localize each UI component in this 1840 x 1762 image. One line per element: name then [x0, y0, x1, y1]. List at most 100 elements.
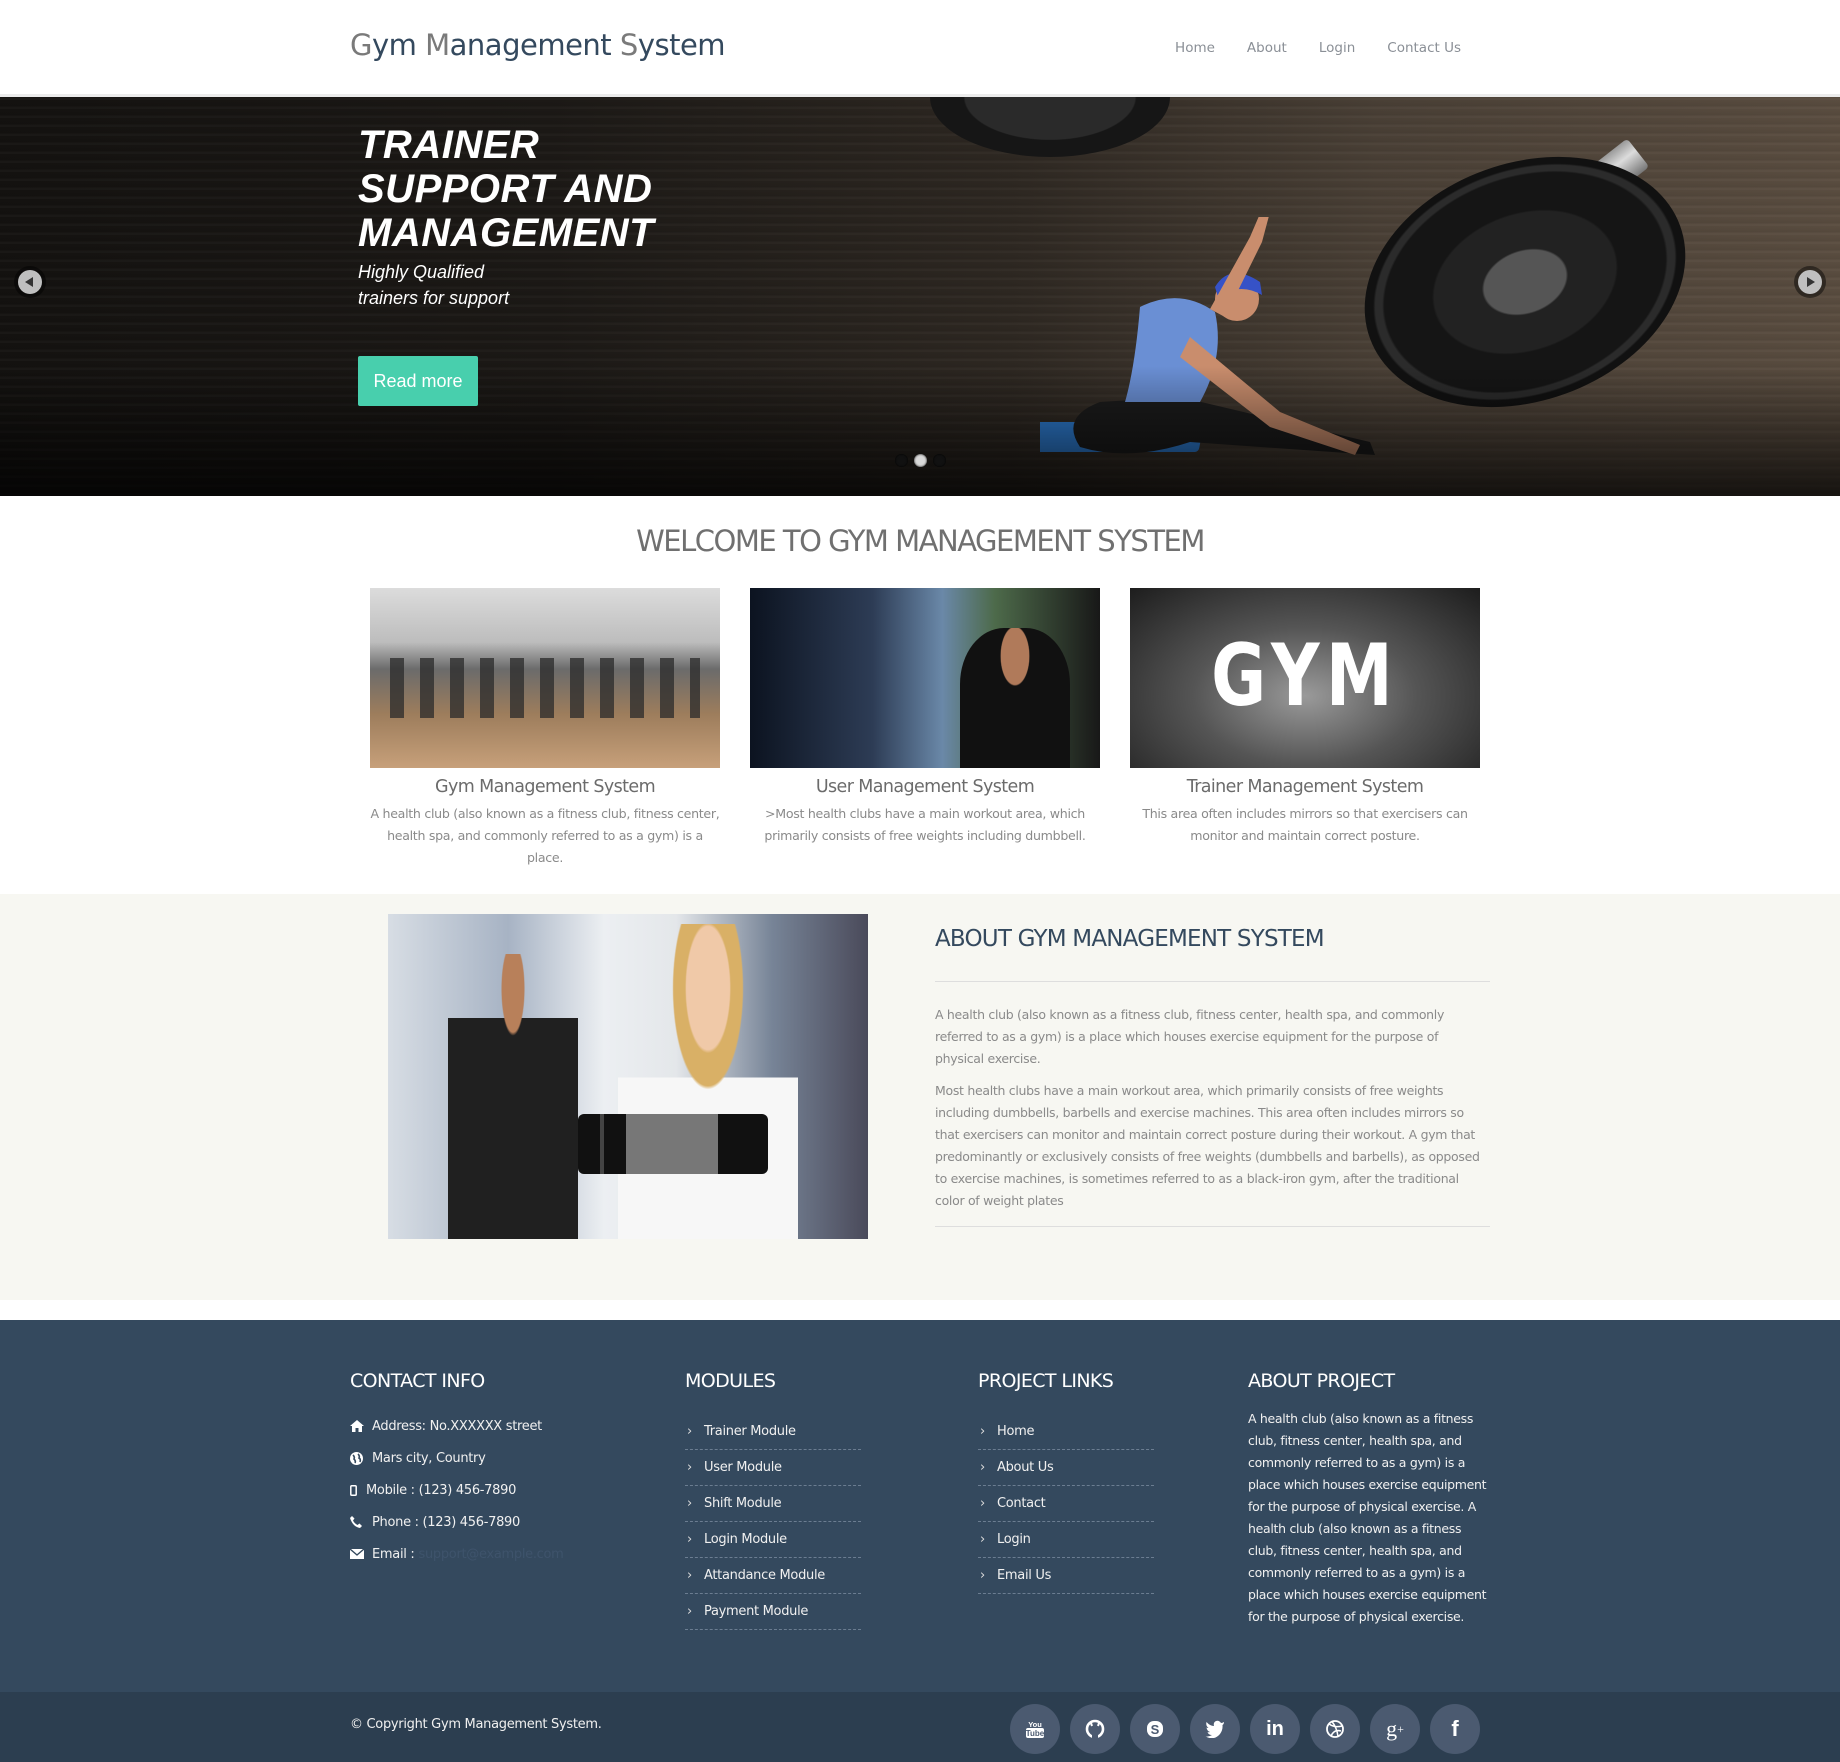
social-links: You Tube S in g + f [1010, 1704, 1480, 1754]
brand-text: ystem [637, 28, 726, 62]
couple-dumbbells-photo [388, 914, 868, 1239]
chevron-right-icon: › [980, 1568, 985, 1583]
globe-icon [350, 1451, 372, 1465]
twitter-icon[interactable] [1190, 1704, 1240, 1754]
chevron-right-icon: › [687, 1604, 692, 1619]
link-label: About Us [997, 1460, 1054, 1475]
chevron-right-icon: › [687, 1532, 692, 1547]
main-nav: Home About Login Contact Us [1175, 40, 1461, 56]
carousel-dot-3[interactable] [933, 454, 946, 467]
photo-man [448, 954, 578, 1239]
feature-cards: Gym Management System A health club (als… [365, 588, 1480, 869]
phone-icon [350, 1516, 372, 1528]
link-label: Contact [997, 1496, 1046, 1511]
gym-image-text: GYM [1211, 626, 1399, 726]
contact-text: Email : [372, 1546, 415, 1562]
chevron-right-icon: › [687, 1460, 692, 1475]
module-link[interactable]: › Login Module [685, 1522, 861, 1558]
linkedin-icon[interactable]: in [1250, 1704, 1300, 1754]
about-section: ABOUT GYM MANAGEMENT SYSTEM A health clu… [0, 894, 1840, 1300]
feature-card: GYM Trainer Management System This area … [1130, 588, 1480, 869]
email-link[interactable]: support@example.com [418, 1547, 563, 1562]
mobile-icon [350, 1484, 366, 1496]
module-link[interactable]: › Trainer Module [685, 1414, 861, 1450]
youtube-icon[interactable]: You Tube [1010, 1704, 1060, 1754]
section-spacer [0, 1300, 1840, 1320]
carousel-prev-arrow-icon[interactable] [18, 270, 42, 294]
nav-contact-us[interactable]: Contact Us [1387, 40, 1461, 56]
about-paragraph: A health club (also known as a fitness c… [935, 1007, 1445, 1066]
contact-info-column: CONTACT INFO Address: No.XXXXXX street M… [350, 1370, 564, 1570]
contact-mobile: Mobile : (123) 456-7890 [350, 1474, 564, 1506]
gym-interior-photo [370, 588, 720, 768]
site-header: Gym Management System Home About Login C… [0, 0, 1840, 97]
module-link[interactable]: › Payment Module [685, 1594, 861, 1630]
nav-home[interactable]: Home [1175, 40, 1215, 56]
link-label: Login [997, 1532, 1031, 1547]
project-links-column: PROJECT LINKS › Home › About Us › Contact ›… [978, 1370, 1154, 1594]
contact-email: Email : support@example.com [350, 1538, 564, 1570]
skype-icon[interactable]: S [1130, 1704, 1180, 1754]
brand-text: ym [371, 28, 426, 62]
facebook-icon[interactable]: f [1430, 1704, 1480, 1754]
svg-text:S: S [1151, 1722, 1160, 1737]
project-link[interactable]: › Email Us [978, 1558, 1154, 1594]
about-project-heading: ABOUT PROJECT [1248, 1370, 1395, 1392]
hero-title: TRAINER SUPPORT AND MANAGEMENT [358, 123, 655, 255]
hero-carousel: TRAINER SUPPORT AND MANAGEMENT Highly Qu… [0, 97, 1840, 496]
google-plus-icon[interactable]: g + [1370, 1704, 1420, 1754]
about-project-column: ABOUT PROJECT A health club (also known … [1248, 1370, 1493, 1628]
footer-bottom-bar: © Copyright Gym Management System. You Tu… [0, 1692, 1840, 1762]
chevron-right-icon: › [980, 1460, 985, 1475]
link-label: Payment Module [704, 1604, 809, 1619]
card-title: Trainer Management System [1186, 777, 1424, 797]
chevron-right-icon: › [980, 1496, 985, 1511]
modules-heading: MODULES [685, 1370, 776, 1392]
module-link[interactable]: › Attandance Module [685, 1558, 861, 1594]
link-label: User Module [704, 1460, 782, 1475]
nav-login[interactable]: Login [1319, 40, 1355, 56]
card-text: A health club (also known as a fitness c… [370, 806, 720, 865]
contact-text: Phone : (123) 456-7890 [372, 1514, 520, 1530]
feature-card: User Management System >Most health club… [750, 588, 1100, 869]
brand-letter: M [425, 28, 450, 62]
brand-text: anagement [449, 28, 620, 62]
brand-logo[interactable]: Gym Management System [350, 28, 726, 62]
contact-heading: CONTACT INFO [350, 1370, 485, 1392]
project-link[interactable]: › Login [978, 1522, 1154, 1558]
dribbble-icon[interactable] [1310, 1704, 1360, 1754]
project-links-heading: PROJECT LINKS [978, 1370, 1114, 1392]
contact-address: Address: No.XXXXXX street [350, 1410, 564, 1442]
man-lifting-dumbbell-photo [750, 588, 1100, 768]
project-link[interactable]: › Contact [978, 1486, 1154, 1522]
brand-letter: G [350, 28, 372, 62]
link-label: Attandance Module [704, 1568, 825, 1583]
welcome-heading: WELCOME TO GYM MANAGEMENT SYSTEM [636, 524, 1205, 558]
project-link[interactable]: › Home [978, 1414, 1154, 1450]
module-link[interactable]: › Shift Module [685, 1486, 861, 1522]
hero-subtitle: Highly Qualified trainers for support [358, 262, 510, 308]
contact-phone: Phone : (123) 456-7890 [350, 1506, 564, 1538]
link-label: Trainer Module [704, 1424, 796, 1439]
modules-column: MODULES › Trainer Module › User Module › Sh… [685, 1370, 861, 1630]
brand-letter: S [619, 28, 638, 62]
project-link[interactable]: › About Us [978, 1450, 1154, 1486]
card-title: User Management System [815, 777, 1035, 797]
chevron-right-icon: › [687, 1424, 692, 1439]
carousel-dot-2[interactable] [914, 454, 927, 467]
module-link[interactable]: › User Module [685, 1450, 861, 1486]
link-label: Email Us [997, 1568, 1052, 1583]
github-icon[interactable] [1070, 1704, 1120, 1754]
carousel-next-arrow-icon[interactable] [1798, 270, 1822, 294]
carousel-dot-1[interactable] [895, 454, 908, 467]
nav-about[interactable]: About [1247, 40, 1287, 56]
envelope-icon [350, 1549, 372, 1559]
chevron-right-icon: › [980, 1424, 985, 1439]
dumbbells-gym-text-photo: GYM [1130, 588, 1480, 768]
card-text: >Most health clubs have a main workout a… [764, 806, 1086, 843]
contact-city: Mars city, Country [350, 1442, 564, 1474]
contact-text: Mars city, Country [372, 1450, 486, 1466]
read-more-button[interactable]: Read more [358, 356, 478, 406]
contact-text: Address: No.XXXXXX street [372, 1418, 542, 1434]
site-footer: CONTACT INFO Address: No.XXXXXX street M… [0, 1320, 1840, 1692]
